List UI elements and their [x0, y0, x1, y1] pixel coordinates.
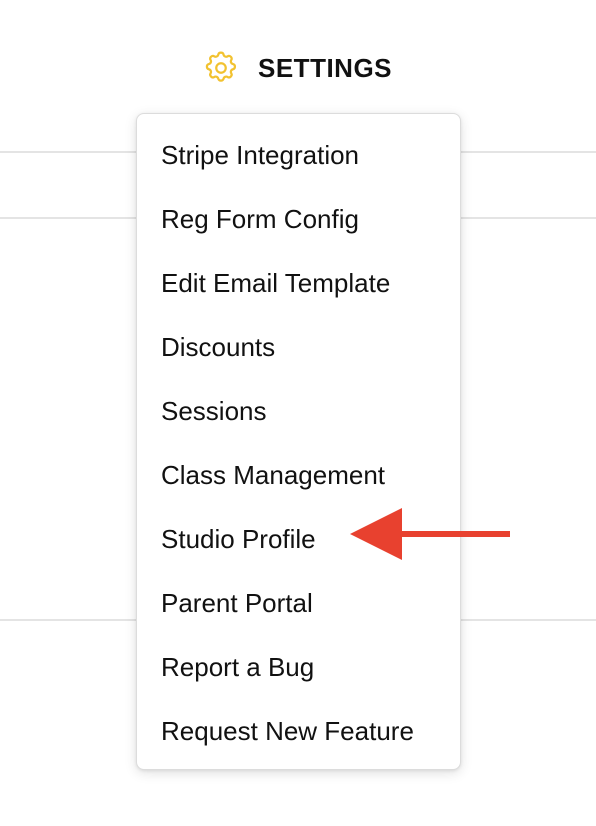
menu-item-reg-form-config[interactable]: Reg Form Config: [137, 187, 460, 251]
menu-item-sessions[interactable]: Sessions: [137, 379, 460, 443]
settings-page: SETTINGS Stripe Integration Reg Form Con…: [0, 0, 596, 826]
gear-icon: [205, 51, 237, 82]
menu-item-request-new-feature[interactable]: Request New Feature: [137, 699, 460, 763]
settings-dropdown-menu: Stripe Integration Reg Form Config Edit …: [136, 113, 461, 770]
red-arrow-annotation: [350, 508, 510, 560]
menu-item-discounts[interactable]: Discounts: [137, 315, 460, 379]
menu-item-stripe-integration[interactable]: Stripe Integration: [137, 123, 460, 187]
menu-item-edit-email-template[interactable]: Edit Email Template: [137, 251, 460, 315]
menu-item-report-a-bug[interactable]: Report a Bug: [137, 635, 460, 699]
settings-title: SETTINGS: [258, 52, 393, 83]
menu-item-parent-portal[interactable]: Parent Portal: [137, 571, 460, 635]
menu-item-class-management[interactable]: Class Management: [137, 443, 460, 507]
settings-menu-toggle[interactable]: SETTINGS: [202, 48, 392, 88]
